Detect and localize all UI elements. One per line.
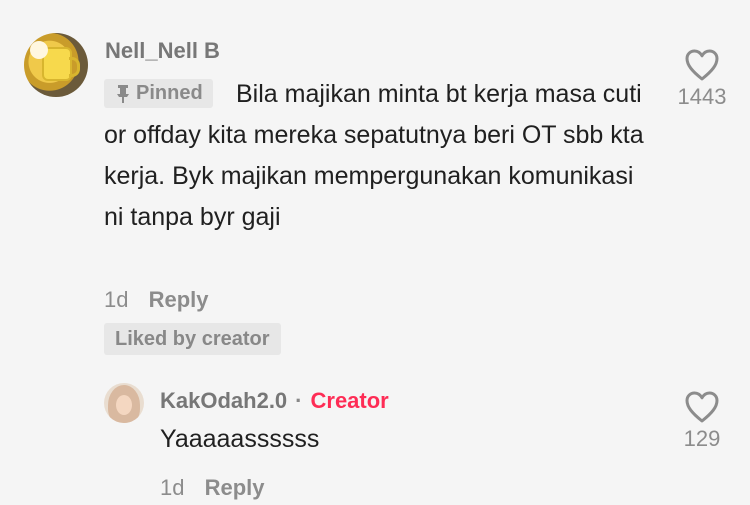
separator-dot: · (295, 388, 303, 413)
comment-username[interactable]: Nell_Nell B (105, 38, 220, 64)
like-count: 1443 (677, 84, 727, 109)
comment-like[interactable]: 1443 (662, 48, 742, 110)
comments-panel: Nell_Nell B Bila majikan minta bt kerja … (0, 0, 750, 505)
liked-by-creator-badge: Liked by creator (104, 323, 281, 355)
reply-reply-button[interactable]: Reply (205, 475, 265, 500)
comment-time: 1d (104, 287, 129, 312)
comment-meta: 1d Reply (104, 287, 209, 313)
avatar[interactable] (24, 33, 88, 97)
reply-meta: 1d Reply (160, 475, 265, 501)
reply-button[interactable]: Reply (149, 287, 209, 312)
creator-badge: Creator (310, 388, 389, 413)
pinned-badge: Pinned (104, 79, 213, 108)
heart-outline-icon[interactable] (684, 390, 720, 424)
heart-outline-icon[interactable] (684, 48, 720, 82)
avatar-art (30, 41, 48, 59)
reply-header: KakOdah2.0 · Creator (160, 388, 389, 414)
reply-time: 1d (160, 475, 185, 500)
reply-like-count: 129 (683, 426, 721, 451)
pinned-label: Pinned (136, 82, 203, 104)
reply-like[interactable]: 129 (662, 390, 742, 452)
reply-text: Yaaaaassssss (160, 425, 320, 453)
reply-username[interactable]: KakOdah2.0 (160, 388, 287, 414)
avatar-face (116, 395, 132, 415)
pin-icon (116, 84, 130, 103)
reply-avatar[interactable] (104, 383, 144, 423)
